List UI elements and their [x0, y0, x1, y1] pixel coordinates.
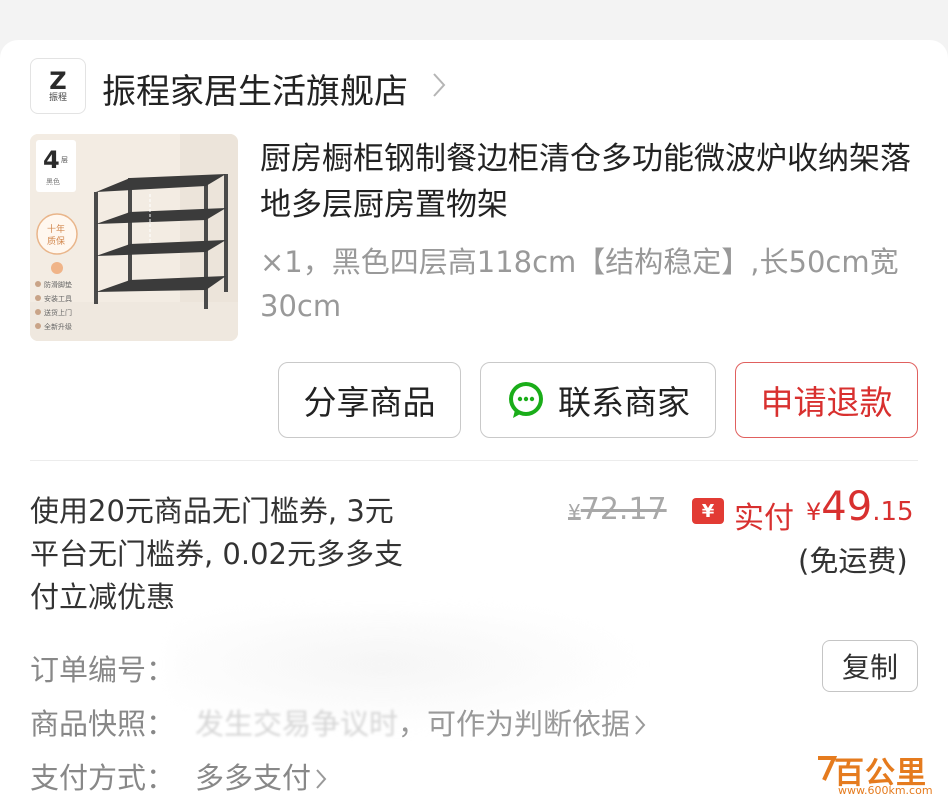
copy-label: 复制	[841, 651, 898, 684]
product-spec: ×1，黑色四层高118cm【结构稳定】,长50cm宽30cm	[260, 245, 899, 323]
payment-method-link[interactable]: 多多支付	[195, 755, 327, 797]
chevron-right-icon	[635, 715, 646, 735]
snapshot-link[interactable]: 发生交易争议时，可作为判断依据	[195, 701, 646, 743]
payment-method-label: 支付方式：	[30, 761, 176, 795]
paid-price: ¥49.15	[806, 484, 914, 530]
watermark-url: www.600km.com	[838, 784, 933, 797]
original-price-value: 72.17	[580, 492, 667, 527]
contact-seller-button[interactable]: 联系商家	[480, 362, 716, 438]
feature-1: 安装工具	[44, 294, 72, 303]
store-logo-letter: Z	[49, 66, 67, 95]
divider	[30, 460, 918, 461]
store-name[interactable]: 振程家居生活旗舰店	[102, 64, 408, 113]
feature-2: 送货上门	[44, 308, 72, 317]
yuan-payment-icon: ¥	[692, 498, 724, 524]
shipping-note: (免运费)	[798, 544, 908, 578]
share-product-button[interactable]: 分享商品	[278, 362, 461, 438]
product-photo-graphic: 4 层 黑色 十年 质保 防滑脚垫 安装工具 送货上门 全新升级	[30, 134, 238, 341]
paid-price-integer: 49	[821, 484, 873, 530]
chevron-right-icon[interactable]	[432, 72, 446, 98]
product-image[interactable]: 4 层 黑色 十年 质保 防滑脚垫 安装工具 送货上门 全新升级	[30, 134, 238, 341]
store-logo[interactable]: Z 振程	[30, 58, 86, 114]
seal-line1: 十年	[47, 223, 65, 235]
chevron-right-icon	[316, 769, 327, 789]
top-strip	[0, 0, 948, 22]
paid-price-symbol: ¥	[806, 498, 822, 526]
wechat-chat-icon	[509, 382, 543, 418]
badge-unit: 层	[61, 156, 68, 164]
original-price-symbol: ¥	[568, 500, 581, 524]
badge-color: 黑色	[46, 177, 60, 186]
request-refund-label: 申请退款	[760, 383, 893, 422]
feature-0: 防滑脚垫	[44, 280, 72, 289]
request-refund-button[interactable]: 申请退款	[735, 362, 918, 438]
store-logo-text: 振程	[48, 92, 67, 103]
contact-seller-label: 联系商家	[558, 383, 690, 422]
product-title[interactable]: 厨房橱柜钢制餐边柜清仓多功能微波炉收纳架落地多层厨房置物架	[260, 136, 920, 228]
snapshot-value: ，可作为判断依据	[398, 707, 631, 741]
order-number-label: 订单编号：	[30, 653, 176, 687]
snapshot-label: 商品快照：	[30, 707, 176, 741]
site-watermark: 百公里 www.600km.com	[816, 748, 944, 798]
paid-price-decimal: .15	[872, 497, 914, 527]
payment-method-value: 多多支付	[195, 761, 312, 795]
copy-order-number-button[interactable]: 复制	[822, 640, 918, 692]
share-product-label: 分享商品	[303, 383, 436, 422]
paid-label: 实付	[734, 501, 794, 536]
badge-number: 4	[43, 146, 60, 174]
seal-line2: 质保	[47, 235, 65, 247]
feature-3: 全新升级	[44, 322, 72, 331]
original-price: ¥72.17	[568, 492, 667, 527]
snapshot-value-blurred: 发生交易争议时	[195, 707, 399, 741]
coupon-description: 使用20元商品无门槛券, 3元平台无门槛券, 0.02元多多支付立减优惠	[30, 494, 404, 614]
